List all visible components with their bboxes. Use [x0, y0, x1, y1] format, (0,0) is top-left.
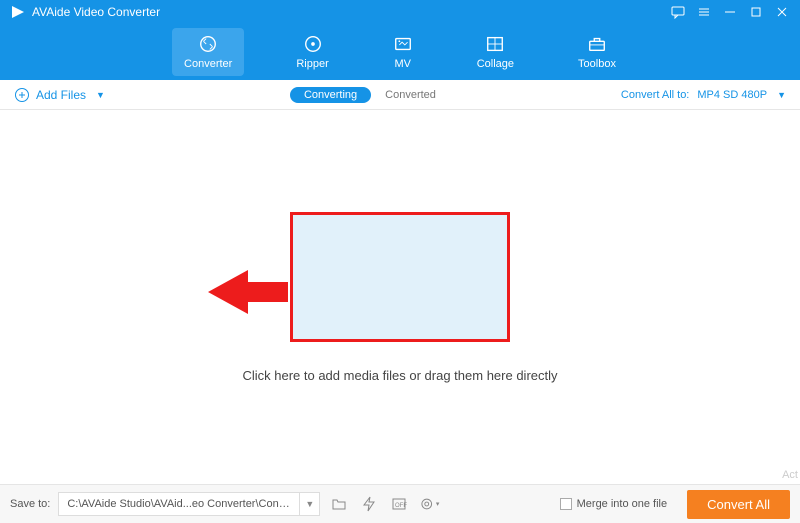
- menu-icon[interactable]: [696, 4, 712, 20]
- subbar: Add Files ▼ Converting Converted Convert…: [0, 80, 800, 110]
- titlebar-left: AVAide Video Converter: [10, 4, 160, 20]
- format-value: MP4 SD 480P: [697, 89, 767, 101]
- merge-checkbox[interactable]: Merge into one file: [560, 498, 668, 510]
- settings-button[interactable]: ▾: [418, 493, 440, 515]
- maximize-icon[interactable]: [748, 4, 764, 20]
- window-controls: [670, 4, 790, 20]
- nav-label: Converter: [184, 58, 232, 70]
- nav-toolbox[interactable]: Toolbox: [566, 28, 628, 76]
- minimize-icon[interactable]: [722, 4, 738, 20]
- nav-converter[interactable]: Converter: [172, 28, 244, 76]
- chevron-down-icon: ▼: [777, 90, 786, 100]
- chevron-down-icon: ▼: [96, 90, 105, 100]
- plus-circle-icon: [14, 87, 30, 103]
- collage-icon: [485, 34, 505, 54]
- ripper-icon: [303, 34, 323, 54]
- nav-label: Collage: [477, 58, 514, 70]
- tab-converting[interactable]: Converting: [290, 87, 371, 103]
- footer: Save to: C:\AVAide Studio\AVAid...eo Con…: [0, 484, 800, 523]
- convert-all-to: Convert All to: MP4 SD 480P ▼: [621, 89, 786, 101]
- app-title: AVAide Video Converter: [32, 5, 160, 19]
- nav-label: MV: [394, 58, 411, 70]
- mv-icon: [393, 34, 413, 54]
- save-path-dropdown[interactable]: ▼: [299, 493, 319, 515]
- save-path-input[interactable]: C:\AVAide Studio\AVAid...eo Converter\Co…: [59, 498, 299, 510]
- close-icon[interactable]: [774, 4, 790, 20]
- convert-all-button[interactable]: Convert All: [687, 490, 790, 519]
- nav-label: Ripper: [296, 58, 328, 70]
- add-media-dropzone[interactable]: [290, 212, 510, 342]
- feedback-icon[interactable]: [670, 4, 686, 20]
- watermark-text: Act: [782, 469, 798, 481]
- nav-mv[interactable]: MV: [381, 28, 425, 76]
- format-selector[interactable]: MP4 SD 480P ▼: [697, 89, 786, 101]
- titlebar: AVAide Video Converter: [0, 0, 800, 24]
- gpu-accel-button[interactable]: [358, 493, 380, 515]
- checkbox-icon: [560, 498, 572, 510]
- main-nav: Converter Ripper MV Collage Toolbox: [0, 24, 800, 80]
- chevron-down-icon: ▼: [305, 499, 314, 509]
- high-speed-button[interactable]: OFF: [388, 493, 410, 515]
- annotation-arrow-icon: [208, 270, 288, 314]
- open-folder-button[interactable]: [328, 493, 350, 515]
- save-path-box: C:\AVAide Studio\AVAid...eo Converter\Co…: [58, 492, 320, 516]
- subtabs: Converting Converted: [290, 87, 436, 103]
- nav-collage[interactable]: Collage: [465, 28, 526, 76]
- save-to-label: Save to:: [10, 498, 50, 510]
- main-area: Click here to add media files or drag th…: [0, 110, 800, 484]
- add-files-label: Add Files: [36, 88, 86, 102]
- app-logo-icon: [10, 4, 26, 20]
- nav-label: Toolbox: [578, 58, 616, 70]
- toolbox-icon: [587, 34, 607, 54]
- nav-ripper[interactable]: Ripper: [284, 28, 340, 76]
- chevron-down-icon: ▾: [436, 500, 440, 508]
- converter-icon: [198, 34, 218, 54]
- svg-text:OFF: OFF: [395, 503, 407, 509]
- tab-converted[interactable]: Converted: [385, 89, 436, 101]
- dropzone-hint: Click here to add media files or drag th…: [242, 368, 557, 383]
- add-files-button[interactable]: Add Files ▼: [14, 87, 105, 103]
- convert-all-label: Convert All to:: [621, 89, 689, 101]
- merge-label: Merge into one file: [577, 498, 668, 510]
